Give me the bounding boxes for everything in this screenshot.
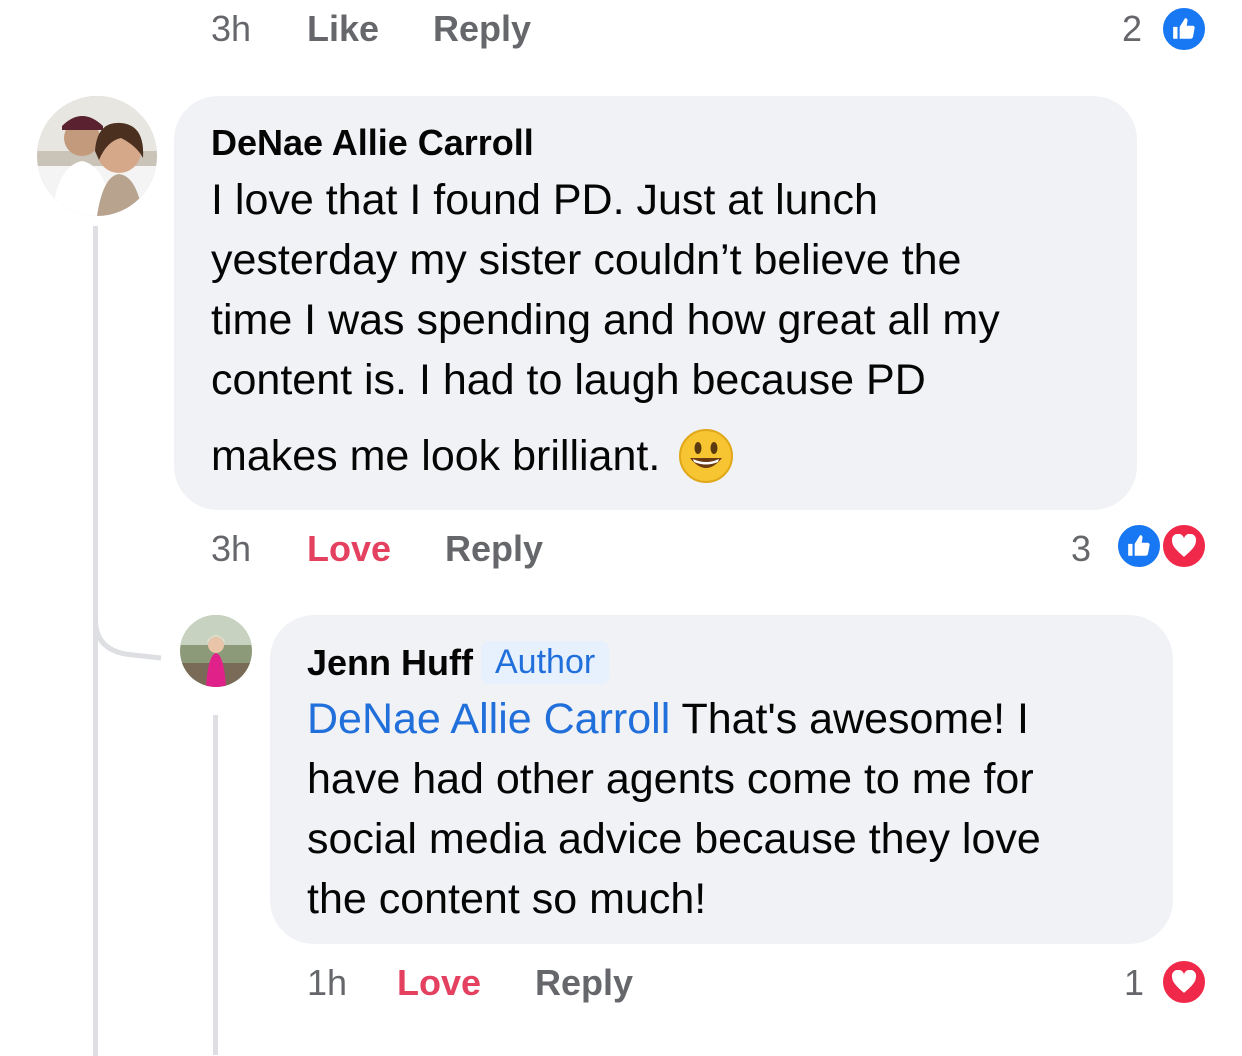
reply-button[interactable]: Reply	[535, 962, 633, 1004]
comment-line: content is. I had to laugh because PD	[211, 356, 926, 404]
comment-line: makes me look brilliant.	[211, 432, 661, 480]
reaction-count[interactable]: 1	[1124, 962, 1144, 1004]
comment-line: yesterday my sister couldn’t believe the	[211, 236, 962, 284]
comment-author[interactable]: DeNae Allie Carroll	[211, 122, 534, 164]
comment-timestamp: 3h	[211, 528, 252, 569]
comment-timestamp: 1h	[307, 962, 348, 1003]
comment-text: I love that I found PD. Just at lunch ye…	[211, 170, 1131, 486]
like-icon	[1160, 5, 1208, 53]
thread-line	[213, 715, 218, 1055]
reply-author-row: Jenn Huff Author	[307, 641, 610, 684]
love-button[interactable]: Love	[307, 528, 391, 570]
comment-line: the content so much!	[307, 875, 707, 923]
heart-icon	[1160, 958, 1208, 1006]
comment-author[interactable]: Jenn Huff	[307, 642, 473, 684]
comment-line: time I was spending and how great all my	[211, 296, 1000, 344]
comment-timestamp: 3h	[211, 8, 252, 49]
mention-link[interactable]: DeNae Allie Carroll	[307, 695, 670, 743]
heart-icon	[1160, 522, 1208, 570]
avatar[interactable]	[180, 615, 252, 687]
like-icon	[1115, 522, 1163, 570]
love-button[interactable]: Love	[397, 962, 481, 1004]
like-button[interactable]: Like	[307, 8, 379, 50]
thread-connector	[93, 600, 162, 661]
comment-line: have had other agents come to me for	[307, 755, 1034, 803]
reply-button[interactable]: Reply	[433, 8, 531, 50]
avatar[interactable]	[37, 96, 157, 216]
comment-bubble: DeNae Allie Carroll I love that I found …	[174, 96, 1137, 510]
comment-text: DeNae Allie Carroll That's awesome! I ha…	[307, 689, 1167, 929]
reply-bubble: Jenn Huff Author DeNae Allie Carroll Tha…	[270, 615, 1173, 944]
reaction-count[interactable]: 2	[1122, 8, 1142, 50]
reaction-count[interactable]: 3	[1071, 528, 1091, 570]
comment-line: That's awesome! I	[681, 695, 1030, 743]
comment-line: social media advice because they love	[307, 815, 1041, 863]
comment-line: I love that I found PD. Just at lunch	[211, 176, 878, 224]
smiling-face-emoji	[678, 428, 734, 484]
author-badge: Author	[481, 641, 610, 684]
reply-button[interactable]: Reply	[445, 528, 543, 570]
